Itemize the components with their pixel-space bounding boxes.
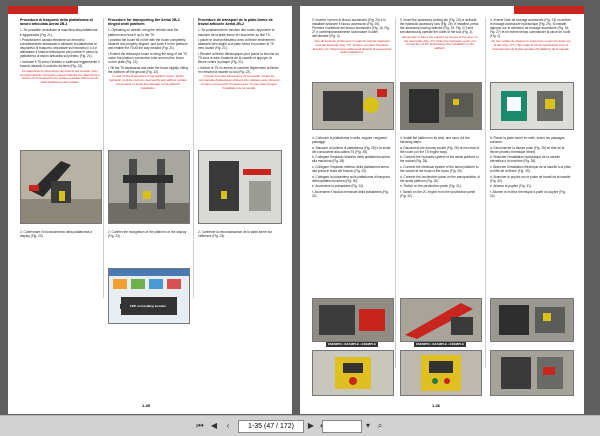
step-text: b. Brancher l'installation hydraulique d… bbox=[490, 155, 560, 164]
step-text: f. Allumer le moteur thermique à partir … bbox=[490, 190, 566, 199]
photo-boom-detail bbox=[198, 150, 282, 224]
step-text: • Tilt the T5 backwards and raise the bo… bbox=[108, 65, 188, 74]
step-text: • placer le chariot élévateur avec la fl… bbox=[198, 38, 275, 51]
step-text: • Incliner le T5 en arrière et soulever … bbox=[198, 65, 279, 74]
step4-column-french: 5. Placer la plate-forme en selle, suivr… bbox=[490, 136, 572, 200]
step-text: • Inclinare il T5 verso l'indietro e sol… bbox=[20, 60, 100, 69]
photo-telehandler-boom bbox=[20, 150, 102, 224]
brand-header-bar bbox=[8, 6, 78, 14]
photo-platform-lift bbox=[108, 150, 190, 224]
step-heading: 5. Placer la plate-forme en selle, suivr… bbox=[490, 136, 565, 145]
step-text: • Posizionare il cavallo elevatore sul r… bbox=[20, 38, 98, 59]
page-number: 1-36 bbox=[432, 403, 441, 408]
step-text: • Extend the telescopic boom to bring th… bbox=[108, 51, 187, 65]
step-text: • position the boom tilt in line with th… bbox=[108, 38, 188, 51]
step-text: 3. Inserire il perno di blocco accessori… bbox=[312, 18, 390, 39]
next-page-icon[interactable]: ▶ bbox=[305, 420, 317, 432]
step4-column-english: 4. Install the platform in its seat, and… bbox=[400, 136, 480, 200]
photo-control-box bbox=[400, 350, 482, 396]
step-caption: 2. Confirmer la reconnaissance de la pla… bbox=[198, 230, 280, 240]
step-text: c. Connect the electrical system of the … bbox=[400, 165, 479, 174]
zoom-dropdown-chevron-icon[interactable]: ▾ bbox=[362, 420, 374, 432]
warning-text: Compte tenu des dimensions de la nacelle… bbox=[198, 74, 280, 90]
step-heading: 4. Collocare la piattaforma in sella, se… bbox=[312, 136, 387, 145]
pdf-viewer-toolbar: ⏮ ◀ ‹ 1-35 (47 / 172) ▶ ⏭ ▾ ⌕ bbox=[0, 415, 600, 436]
step-text: b. Connect the hydraulic system of the a… bbox=[400, 155, 479, 164]
photo-manitou-boom bbox=[400, 298, 482, 342]
step-text: 2. Confirm the recognition of the platfo… bbox=[108, 230, 187, 239]
text-column-italian: 3. Inserire il perno di blocco accessori… bbox=[312, 18, 392, 57]
step-text: 1. Operating on wheels, bring the vehicl… bbox=[108, 28, 179, 37]
step-text: 1. Se positionnant en fonction des roues… bbox=[198, 28, 275, 37]
example-label: ESEMPIO • EXAMPLE • EXEMPLE bbox=[414, 342, 466, 347]
step4-column-italian: 4. Collocare la piattaforma in sella, se… bbox=[312, 136, 392, 200]
example-label: ESEMPIO • EXAMPLE • EXEMPLE bbox=[326, 342, 378, 347]
step-text: 3. Insert the accessory locking pin (Fig… bbox=[400, 18, 479, 35]
screen-caption: CDP on handling location bbox=[120, 304, 176, 309]
step-text: d. Connect the pushbutton panel on the t… bbox=[400, 174, 480, 183]
warning-text: Non dimenticare di bloccare il supporto … bbox=[312, 38, 392, 55]
brand-header-bar bbox=[514, 6, 584, 14]
section-heading: Procedure for transporting the Aerial 2B… bbox=[108, 18, 180, 27]
page-number-field[interactable]: 1-35 (47 / 172) bbox=[238, 420, 304, 433]
step-text: e. Allumer le pupitre (Fig. 31). bbox=[490, 184, 532, 189]
step-text: 2. Confirmer la reconnaissance de la pla… bbox=[198, 230, 273, 239]
photo-engine-start bbox=[490, 350, 574, 396]
photo-selector-switch bbox=[490, 82, 574, 130]
step-text: e. Accendere la pulsantiera (Fig. 31). bbox=[312, 184, 365, 189]
document-page-left: Procedura di trasporto della piattaforma… bbox=[8, 6, 292, 414]
step-text: 2. Confermare il riconoscimento della pi… bbox=[20, 230, 93, 239]
step-caption: 2. Confermare il riconoscimento della pi… bbox=[20, 230, 100, 240]
text-column-italian: Procedura di trasporto della piattaforma… bbox=[20, 18, 100, 86]
first-page-icon[interactable]: ⏮ bbox=[194, 420, 206, 432]
step-text: • Étendre la flèche télescopique pour pl… bbox=[198, 51, 279, 65]
photo-pushbutton-panel bbox=[312, 350, 394, 396]
step-text: a. Disconnect the dummy socket (Fig. 28)… bbox=[400, 145, 480, 154]
column-divider bbox=[103, 18, 104, 298]
step-text: b. Collegare l'impianto idraulico della … bbox=[312, 155, 390, 164]
text-column-french: Procédure de transport de la plate-forme… bbox=[198, 18, 280, 92]
text-column-english: 3. Insert the accessory locking pin (Fig… bbox=[400, 18, 480, 53]
photo-display-screen bbox=[108, 268, 190, 324]
column-divider bbox=[485, 18, 486, 368]
photo-cab-controls bbox=[400, 82, 482, 130]
column-divider bbox=[193, 18, 194, 298]
photo-hydraulic-socket bbox=[490, 298, 574, 342]
step-text: a. Déconnecter la fausse prise (Fig. 28)… bbox=[490, 145, 565, 154]
step-text: d. Brancher le pupitre sur le poste de t… bbox=[490, 174, 571, 183]
warning-text: Ne pas oublier de bloquer le support au … bbox=[491, 38, 571, 51]
step-text: a. Staccare la lamiera di piattaforma (F… bbox=[312, 145, 391, 154]
section-heading: Procedura di trasporto della piattaforma… bbox=[20, 18, 93, 27]
page-number: 1-35 bbox=[142, 403, 151, 408]
warning-text: Remember to block the support by means o… bbox=[402, 34, 478, 51]
text-column-french: 3. Insérer l'axe de blocage accessoire (… bbox=[490, 18, 572, 53]
document-page-right: 3. Inserire il perno di blocco accessori… bbox=[300, 6, 584, 414]
photo-boom-head bbox=[312, 298, 394, 342]
page-back-icon[interactable]: ‹ bbox=[222, 420, 234, 432]
step-text: c. Collegare l'impianto elettrico della … bbox=[312, 165, 389, 174]
text-column-english: Procedure for transporting the Aerial 2B… bbox=[108, 18, 188, 92]
section-heading: Procédure de transport de la plate-forme… bbox=[198, 18, 273, 27]
step-text: 1. Se possibile, avvicinare la macchina … bbox=[20, 28, 98, 37]
search-icon[interactable]: ⌕ bbox=[374, 420, 386, 432]
step-text: f. Accendere il modulo terminale della p… bbox=[312, 190, 389, 199]
step-text: d. Collegare la pulsantiera sulla piatta… bbox=[312, 174, 391, 183]
prev-page-icon[interactable]: ◀ bbox=[208, 420, 220, 432]
step-caption: 2. Confirm the recognition of the platfo… bbox=[108, 230, 188, 240]
warning-text: In view of the dimensions of the platfor… bbox=[109, 74, 187, 90]
step-text: c. Brancher l'installation électrique de… bbox=[490, 165, 571, 174]
warning-text: Considerando le dimensioni del braccio d… bbox=[20, 68, 100, 85]
step-heading: 4. Install the platform in its seat, and… bbox=[400, 136, 470, 145]
step-text: 3. Insérer l'axe de blocage accessoire (… bbox=[490, 18, 571, 39]
step-text: e. Switch on the pushbutton panel (Fig. … bbox=[400, 184, 462, 189]
column-divider bbox=[395, 18, 396, 368]
photo-lock-pin bbox=[312, 82, 394, 130]
step-text: f. Switch on the I/C engine from the pus… bbox=[400, 190, 476, 199]
zoom-select[interactable] bbox=[322, 420, 362, 433]
